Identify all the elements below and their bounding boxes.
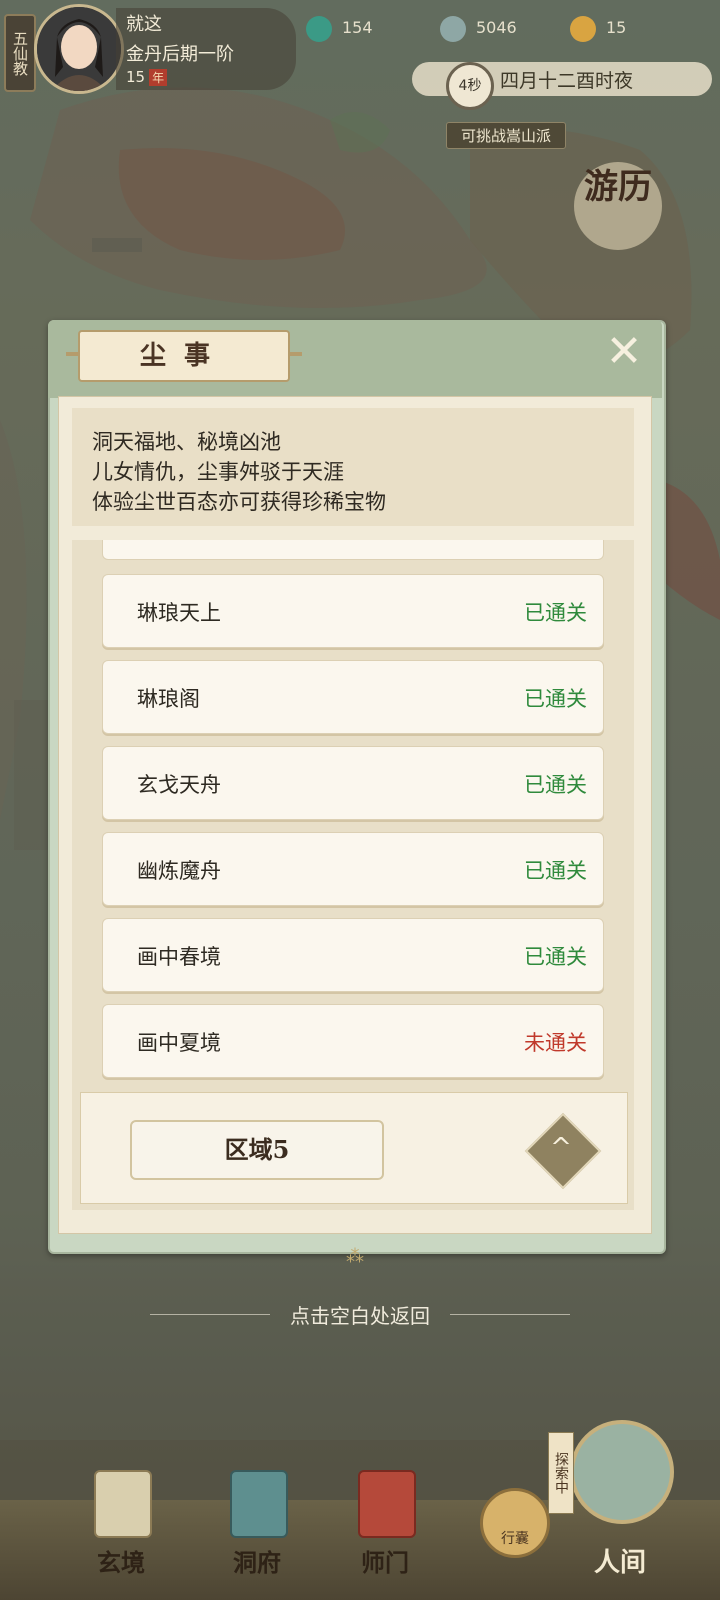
jade-icon xyxy=(306,15,332,42)
nav-item-shimen[interactable]: 师门 xyxy=(340,1464,430,1584)
scroll-icon xyxy=(94,1470,152,1538)
stage-status: 已通关 xyxy=(524,601,587,625)
list-item[interactable]: 画中春境 已通关 xyxy=(102,918,604,992)
description-line: 洞天福地、秘境凶池 xyxy=(92,430,281,454)
description-line: 体验尘世百态亦可获得珍稀宝物 xyxy=(92,490,386,514)
countdown-timer: 4秒 xyxy=(446,62,494,110)
youli-button[interactable]: 游历 xyxy=(574,162,662,250)
coin-icon xyxy=(440,15,466,42)
stage-name: 玄戈天舟 xyxy=(137,773,221,797)
stage-name: 画中春境 xyxy=(137,945,221,969)
list-item[interactable]: 琳琅天上 已通关 xyxy=(102,574,604,648)
pavilion-icon xyxy=(230,1470,288,1538)
landscape-icon xyxy=(570,1420,674,1524)
stage-name: 琳琅阁 xyxy=(137,687,200,711)
stage-status: 已通关 xyxy=(524,859,587,883)
stage-status: 未通关 xyxy=(524,1031,587,1055)
list-item[interactable]: 画中夏境 未通关 xyxy=(102,1004,604,1078)
stage-status: 已通关 xyxy=(524,945,587,969)
age-unit: 年 xyxy=(149,69,168,86)
list-item[interactable]: 琳琅阁 已通关 xyxy=(102,660,604,734)
banner-icon xyxy=(358,1470,416,1538)
description-line: 儿女情仇，尘事舛驳于天涯 xyxy=(92,460,344,484)
ingot-icon xyxy=(570,15,596,42)
renjian-button[interactable]: 人间 xyxy=(560,1420,674,1580)
ingot-resource[interactable]: 15 xyxy=(570,14,626,42)
dialog-title: 尘事 xyxy=(66,330,302,382)
game-time: 四月十二酉时夜 xyxy=(500,70,634,92)
stage-name: 琳琅天上 xyxy=(137,601,221,625)
return-hint[interactable]: 点击空白处返回 xyxy=(0,1300,720,1329)
close-icon[interactable]: ✕ xyxy=(600,330,648,378)
list-item[interactable]: 玄戈天舟 已通关 xyxy=(102,746,604,820)
stage-name: 画中夏境 xyxy=(137,1031,221,1055)
player-name: 就这 xyxy=(126,14,162,35)
player-age: 15 年 xyxy=(126,68,168,86)
chevron-up-icon[interactable]: ^ xyxy=(548,1128,574,1168)
coin-resource[interactable]: 5046 xyxy=(440,14,517,42)
challenge-label[interactable]: 可挑战嵩山派 xyxy=(446,122,567,149)
stage-status: 已通关 xyxy=(524,687,587,711)
exploring-badge: 探索中 xyxy=(548,1432,574,1514)
jade-resource[interactable]: 154 xyxy=(306,14,373,42)
region-button[interactable]: 区域5 xyxy=(130,1120,384,1180)
nav-item-xuanjing[interactable]: 玄境 xyxy=(76,1464,166,1584)
stage-name: 幽炼魔舟 xyxy=(137,859,221,883)
stage-status: 已通关 xyxy=(524,773,587,797)
nav-item-dongfu[interactable]: 洞府 xyxy=(212,1464,302,1584)
status-bar: 五仙教 就这 金丹后期一阶 15 年 154 5046 15 4秒 四月十二酉时夜 xyxy=(0,0,720,110)
avatar[interactable] xyxy=(34,4,124,94)
list-item[interactable] xyxy=(102,540,604,560)
bag-button[interactable]: 行囊 xyxy=(480,1488,550,1558)
tassel-icon: ⁂ xyxy=(346,1246,364,1267)
list-item[interactable]: 幽炼魔舟 已通关 xyxy=(102,832,604,906)
sect-badge[interactable]: 五仙教 xyxy=(4,14,36,92)
player-rank: 金丹后期一阶 xyxy=(126,44,234,65)
